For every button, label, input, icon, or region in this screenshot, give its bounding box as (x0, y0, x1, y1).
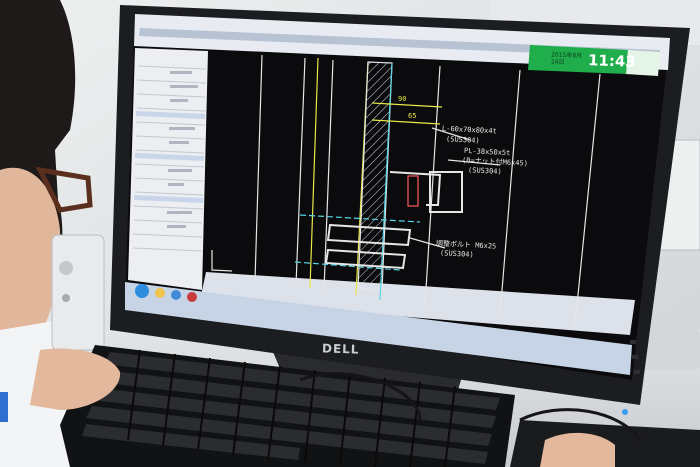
cad-annotation: (SUS304) (445, 135, 480, 145)
cad-dimension-label: 90 (398, 95, 407, 103)
cad-annotation: (SUS304) (439, 249, 474, 259)
windows-start-icon (135, 284, 149, 298)
monitor-brand-logo: DELL (321, 341, 360, 357)
speaker-port-icon (62, 294, 70, 302)
cad-annotation: (SUS304) (467, 166, 502, 176)
clock-date: 2015年6月 24日 (551, 51, 583, 66)
browser-icon (171, 290, 181, 300)
clock-date-line2: 24日 (550, 58, 565, 66)
desktop-speaker (51, 234, 105, 351)
explorer-icon (155, 288, 165, 298)
monitor-power-button[interactable] (622, 409, 628, 415)
cad-app-icon (187, 292, 197, 302)
clock-time: 11:43 (587, 51, 637, 71)
photo-scene (0, 0, 700, 467)
speaker-cone-icon (59, 261, 73, 275)
cad-dimension-label: 65 (408, 112, 417, 120)
lanyard-icon (0, 392, 8, 422)
